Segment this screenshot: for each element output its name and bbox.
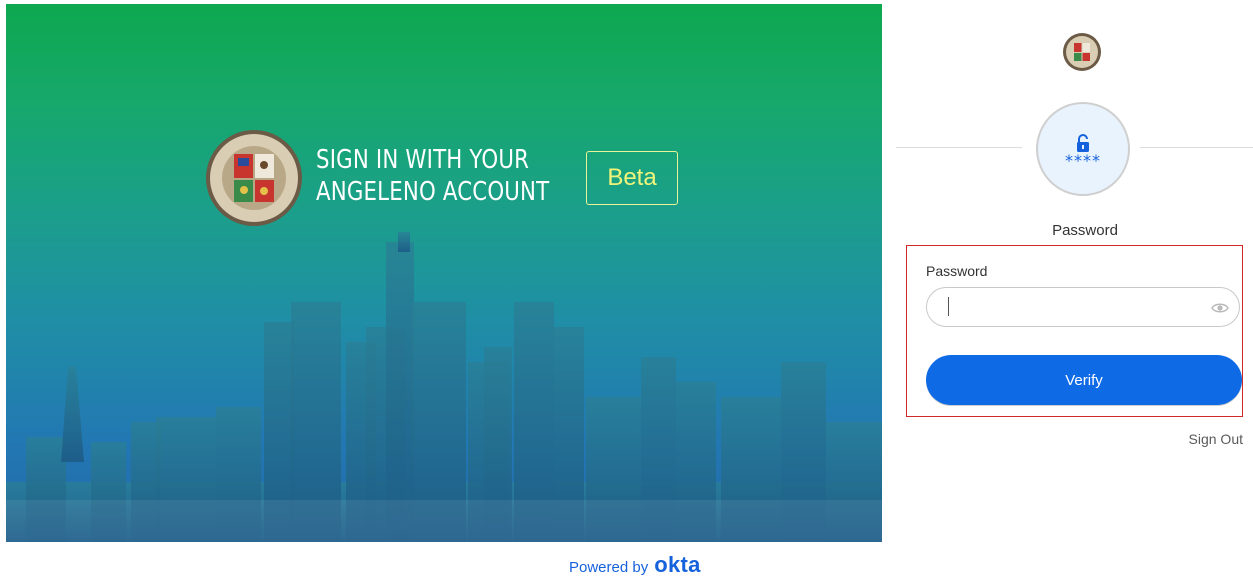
eye-icon[interactable]: [1211, 301, 1229, 315]
powered-by-footer: Powered by okta: [569, 552, 701, 578]
divider-right: [1140, 147, 1253, 148]
city-seal-icon: [206, 130, 302, 226]
password-mask-symbol: ****: [1065, 151, 1101, 170]
hero-title-line1: SIGN IN WITH YOUR: [316, 145, 530, 175]
text-cursor: [948, 297, 949, 316]
password-factor-badge: ****: [1036, 102, 1130, 196]
hero-title: SIGN IN WITH YOUR ANGELENO ACCOUNT: [316, 144, 549, 208]
divider-left: [896, 147, 1022, 148]
beta-badge: Beta: [586, 151, 678, 205]
factor-title: Password: [1052, 222, 1118, 239]
verify-button[interactable]: Verify: [926, 355, 1242, 405]
city-seal-icon: [1063, 33, 1101, 71]
password-field-label: Password: [926, 263, 988, 279]
hero-banner: SIGN IN WITH YOUR ANGELENO ACCOUNT Beta: [6, 4, 882, 542]
hero-title-line2: ANGELENO ACCOUNT: [316, 177, 550, 207]
okta-logo: okta: [654, 552, 701, 577]
password-input[interactable]: [926, 287, 1240, 327]
powered-by-label: Powered by: [569, 559, 649, 576]
city-skyline-image: [6, 232, 882, 542]
sign-out-link[interactable]: Sign Out: [1160, 431, 1243, 447]
